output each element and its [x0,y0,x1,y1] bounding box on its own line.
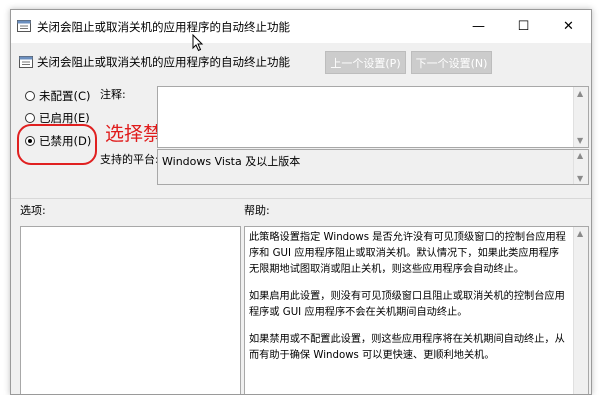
policy-title: 关闭会阻止或取消关机的应用程序的自动终止功能 [37,55,290,69]
help-paragraph: 如果禁用或不配置此设置，则这些应用程序将在关机期间自动终止，从而有助于确保 Wi… [249,334,565,361]
prev-setting-button[interactable]: 上一个设置(P) [325,51,406,74]
divider [11,198,591,199]
radio-label: 未配置(C) [39,89,91,103]
title-bar: 关闭会阻止或取消关机的应用程序的自动终止功能 — ☐ ✕ [11,10,591,43]
help-paragraph: 此策略设置指定 Windows 是否允许没有可见顶级窗口的控制台应用程序和 GU… [249,232,566,275]
platform-label: 支持的平台: [100,153,159,166]
comment-scrollbar[interactable]: ▲ ▼ [573,87,588,147]
scroll-up-icon[interactable]: ▲ [577,151,583,160]
scroll-down-icon[interactable]: ▼ [577,174,583,183]
scroll-up-icon[interactable]: ▲ [577,229,583,238]
close-button[interactable]: ✕ [546,10,591,43]
platform-field: Windows Vista 及以上版本 ▲ ▼ [157,149,589,185]
help-scrollbar[interactable]: ▲ [573,227,588,394]
maximize-icon: ☐ [517,19,530,34]
help-label: 帮助: [244,204,270,217]
platform-value: Windows Vista 及以上版本 [162,155,301,168]
help-paragraph: 如果启用此设置，则没有可见顶级窗口且阻止或取消关机的控制台应用程序或 GUI 应… [249,291,565,318]
radio-circle [25,113,35,123]
options-panel [20,226,241,394]
radio-circle [25,91,35,101]
platform-scrollbar[interactable]: ▲ ▼ [573,150,588,184]
maximize-button[interactable]: ☐ [501,10,546,43]
next-setting-button[interactable]: 下一个设置(N) [411,51,492,74]
policy-icon [17,20,31,32]
scroll-up-icon[interactable]: ▲ [577,89,583,98]
scroll-down-icon[interactable]: ▼ [577,136,583,145]
mouse-cursor-icon [192,34,204,52]
minimize-button[interactable]: — [456,10,501,43]
annotation-circle [17,124,97,165]
comment-label: 注释: [100,88,126,101]
policy-icon [19,56,33,68]
minimize-icon: — [472,19,485,34]
help-panel: 此策略设置指定 Windows 是否允许没有可见顶级窗口的控制台应用程序和 GU… [244,226,589,394]
close-icon: ✕ [563,19,574,34]
policy-window: 关闭会阻止或取消关机的应用程序的自动终止功能 — ☐ ✕ 关闭会阻止或取消关机的… [10,9,592,395]
window-title: 关闭会阻止或取消关机的应用程序的自动终止功能 [37,20,290,34]
comment-textarea[interactable]: ▲ ▼ [157,86,589,148]
options-label: 选项: [20,204,46,217]
